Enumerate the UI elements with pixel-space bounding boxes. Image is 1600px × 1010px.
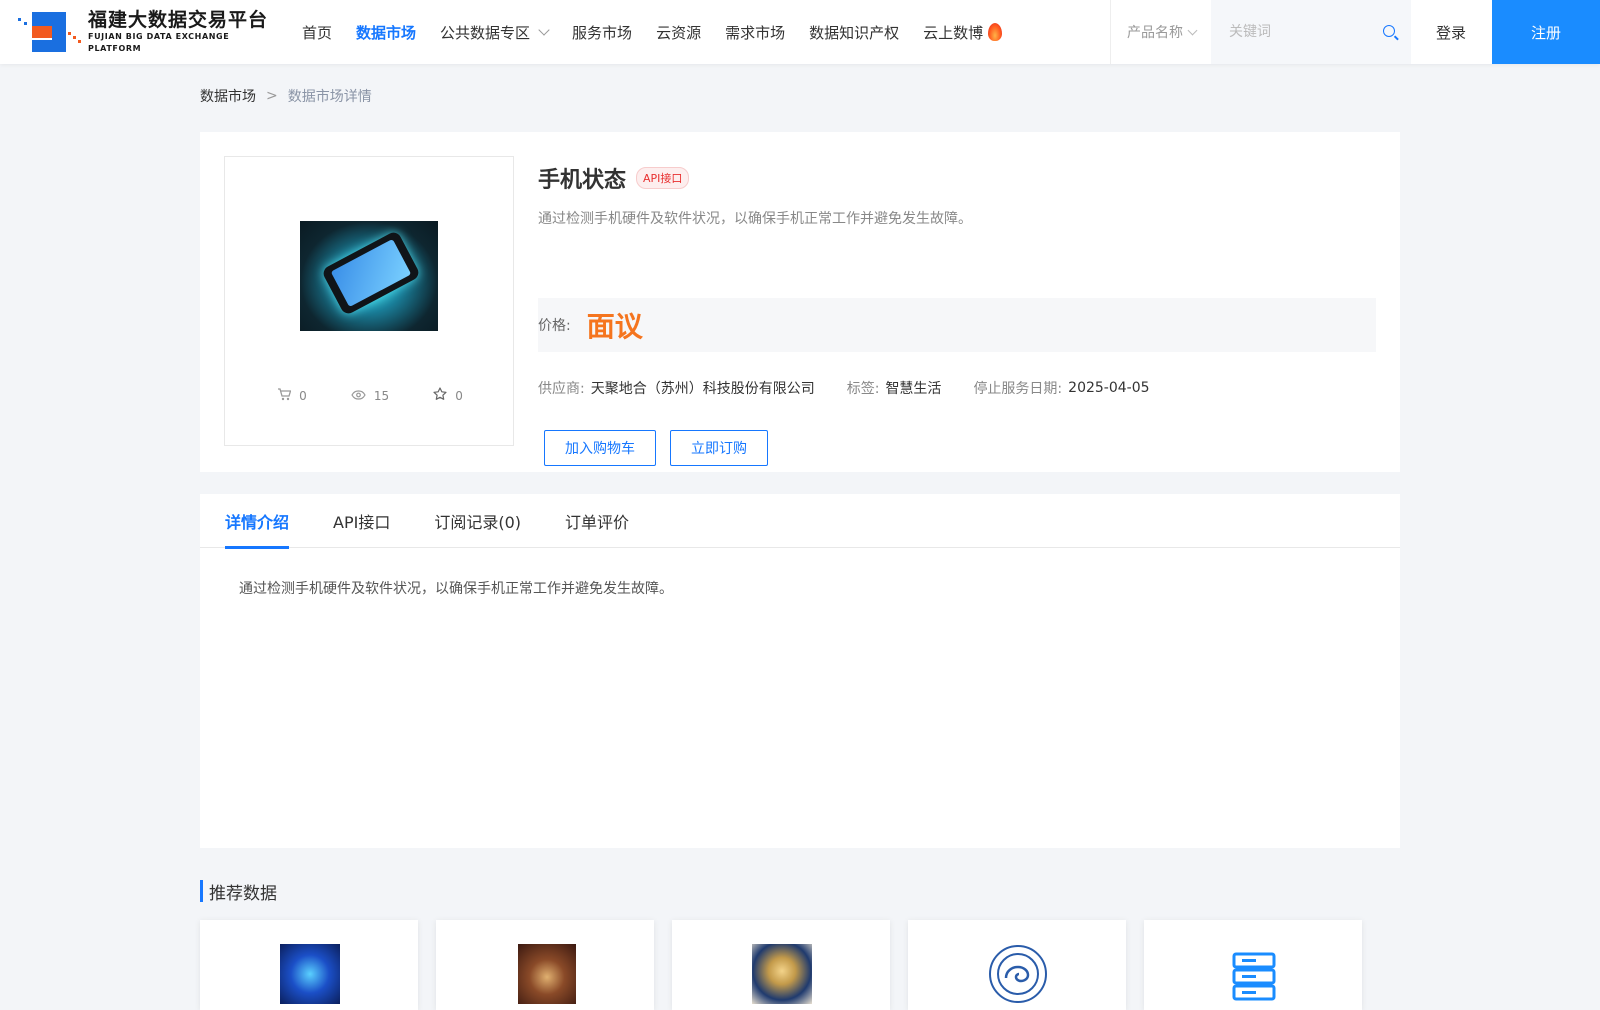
recommended-card[interactable] (1144, 920, 1362, 1010)
nav-cloud-resources[interactable]: 云资源 (656, 22, 701, 43)
chevron-down-icon (1187, 25, 1198, 35)
tag-value: 智慧生活 (885, 381, 942, 397)
nav-service-market[interactable]: 服务市场 (572, 22, 632, 43)
product-card: 0 15 0 手机状态 API接口 通过检测手机硬件及软件状况，以确保手机正常工… (200, 132, 1400, 472)
search-type-select[interactable]: 产品名称 (1111, 0, 1211, 64)
search-type-value: 产品名称 (1127, 25, 1183, 41)
chevron-down-icon (538, 24, 550, 36)
search-input[interactable] (1227, 23, 1377, 41)
supplier-label: 供应商: (538, 381, 585, 397)
recommended-title-text: 推荐数据 (209, 883, 277, 904)
recommended-section-title: 推荐数据 (200, 879, 277, 904)
breadcrumb-data-market[interactable]: 数据市场 (200, 86, 256, 106)
price-bar: 价格: 面议 (538, 298, 1376, 352)
breadcrumb: 数据市场 > 数据市场详情 (200, 86, 372, 106)
nav-public-data[interactable]: 公共数据专区 (440, 22, 550, 43)
stat-views-count: 15 (373, 389, 390, 403)
recommended-card[interactable] (672, 920, 890, 1010)
action-buttons: 加入购物车 立即订购 (544, 430, 782, 466)
nav-data-market[interactable]: 数据市场 (356, 22, 416, 43)
recommended-card[interactable] (436, 920, 654, 1010)
recommended-card-image (518, 944, 576, 1004)
product-info: 手机状态 API接口 通过检测手机硬件及软件状况，以确保手机正常工作并避免发生故… (538, 156, 1376, 466)
tab-order-reviews[interactable]: 订单评价 (565, 494, 629, 548)
product-title: 手机状态 (538, 168, 627, 193)
product-description: 通过检测手机硬件及软件状况，以确保手机正常工作并避免发生故障。 (538, 211, 972, 227)
login-button[interactable]: 登录 (1410, 0, 1492, 64)
stat-favorites-count: 0 (455, 389, 463, 403)
stat-favorites[interactable]: 0 (433, 387, 463, 405)
tab-details[interactable]: 详情介绍 (225, 494, 290, 549)
end-date-label: 停止服务日期: (973, 381, 1063, 397)
product-stats: 0 15 0 (225, 387, 515, 405)
tab-content-text: 通过检测手机硬件及软件状况，以确保手机正常工作并避免发生故障。 (239, 581, 673, 597)
top-header: 福建大数据交易平台 FUJIAN BIG DATA EXCHANGE PLATF… (0, 0, 1600, 64)
breadcrumb-separator: > (266, 88, 278, 104)
breadcrumb-current: 数据市场详情 (287, 89, 372, 105)
price-value: 面议 (586, 310, 643, 343)
recommended-card-image (752, 944, 812, 1004)
supplier-value: 天聚地合（苏州）科技股份有限公司 (590, 381, 815, 397)
stat-views: 15 (351, 387, 389, 405)
recommended-card[interactable] (200, 920, 418, 1010)
detail-tabs-card: 详情介绍 API接口 订阅记录(0) 订单评价 通过检测手机硬件及软件状况，以确… (200, 494, 1400, 848)
search-area: 产品名称 (1110, 0, 1411, 64)
logo-title-cn: 福建大数据交易平台 (88, 9, 269, 31)
end-date-value: 2025-04-05 (1068, 380, 1150, 396)
nav-data-ip[interactable]: 数据知识产权 (809, 22, 899, 43)
register-button[interactable]: 注册 (1492, 0, 1600, 64)
eye-icon (351, 388, 366, 404)
search-icon[interactable] (1383, 25, 1395, 37)
price-label: 价格: (538, 318, 571, 334)
section-accent-bar (200, 880, 203, 902)
product-image (300, 221, 438, 331)
star-icon (433, 387, 447, 405)
api-badge: API接口 (636, 167, 690, 189)
tab-subscription-records[interactable]: 订阅记录(0) (434, 494, 521, 548)
nav-home[interactable]: 首页 (302, 22, 332, 43)
logo-mark-icon (16, 10, 84, 54)
server-icon (1224, 944, 1284, 1004)
main-nav: 首页 数据市场 公共数据专区 服务市场 云资源 需求市场 数据知识产权 云上数博 (302, 0, 1026, 64)
cart-icon (277, 387, 292, 405)
tab-api[interactable]: API接口 (333, 494, 390, 548)
product-meta: 供应商: 天聚地合（苏州）科技股份有限公司 标签: 智慧生活 停止服务日期: 2… (538, 378, 1182, 398)
product-image-box: 0 15 0 (224, 156, 514, 446)
subscribe-now-button[interactable]: 立即订购 (670, 430, 768, 466)
site-logo[interactable]: 福建大数据交易平台 FUJIAN BIG DATA EXCHANGE PLATF… (16, 9, 281, 54)
nav-public-data-label: 公共数据专区 (440, 23, 531, 42)
nav-cloud-expo[interactable]: 云上数博 (923, 22, 1003, 43)
nav-cloud-expo-label: 云上数博 (923, 23, 984, 42)
search-input-container (1211, 0, 1411, 64)
detail-tabs: 详情介绍 API接口 订阅记录(0) 订单评价 (200, 494, 1400, 549)
logo-title-en: FUJIAN BIG DATA EXCHANGE PLATFORM (88, 32, 230, 53)
stat-cart-count: 0 (299, 389, 307, 403)
fire-icon (988, 23, 1003, 41)
recommended-card-image (988, 944, 1048, 1004)
nav-demand-market[interactable]: 需求市场 (725, 22, 785, 43)
stat-cart: 0 (277, 387, 307, 405)
add-to-cart-button[interactable]: 加入购物车 (544, 430, 656, 466)
recommended-card-image (280, 944, 340, 1004)
recommended-card[interactable] (908, 920, 1126, 1010)
tag-label: 标签: (846, 381, 880, 397)
